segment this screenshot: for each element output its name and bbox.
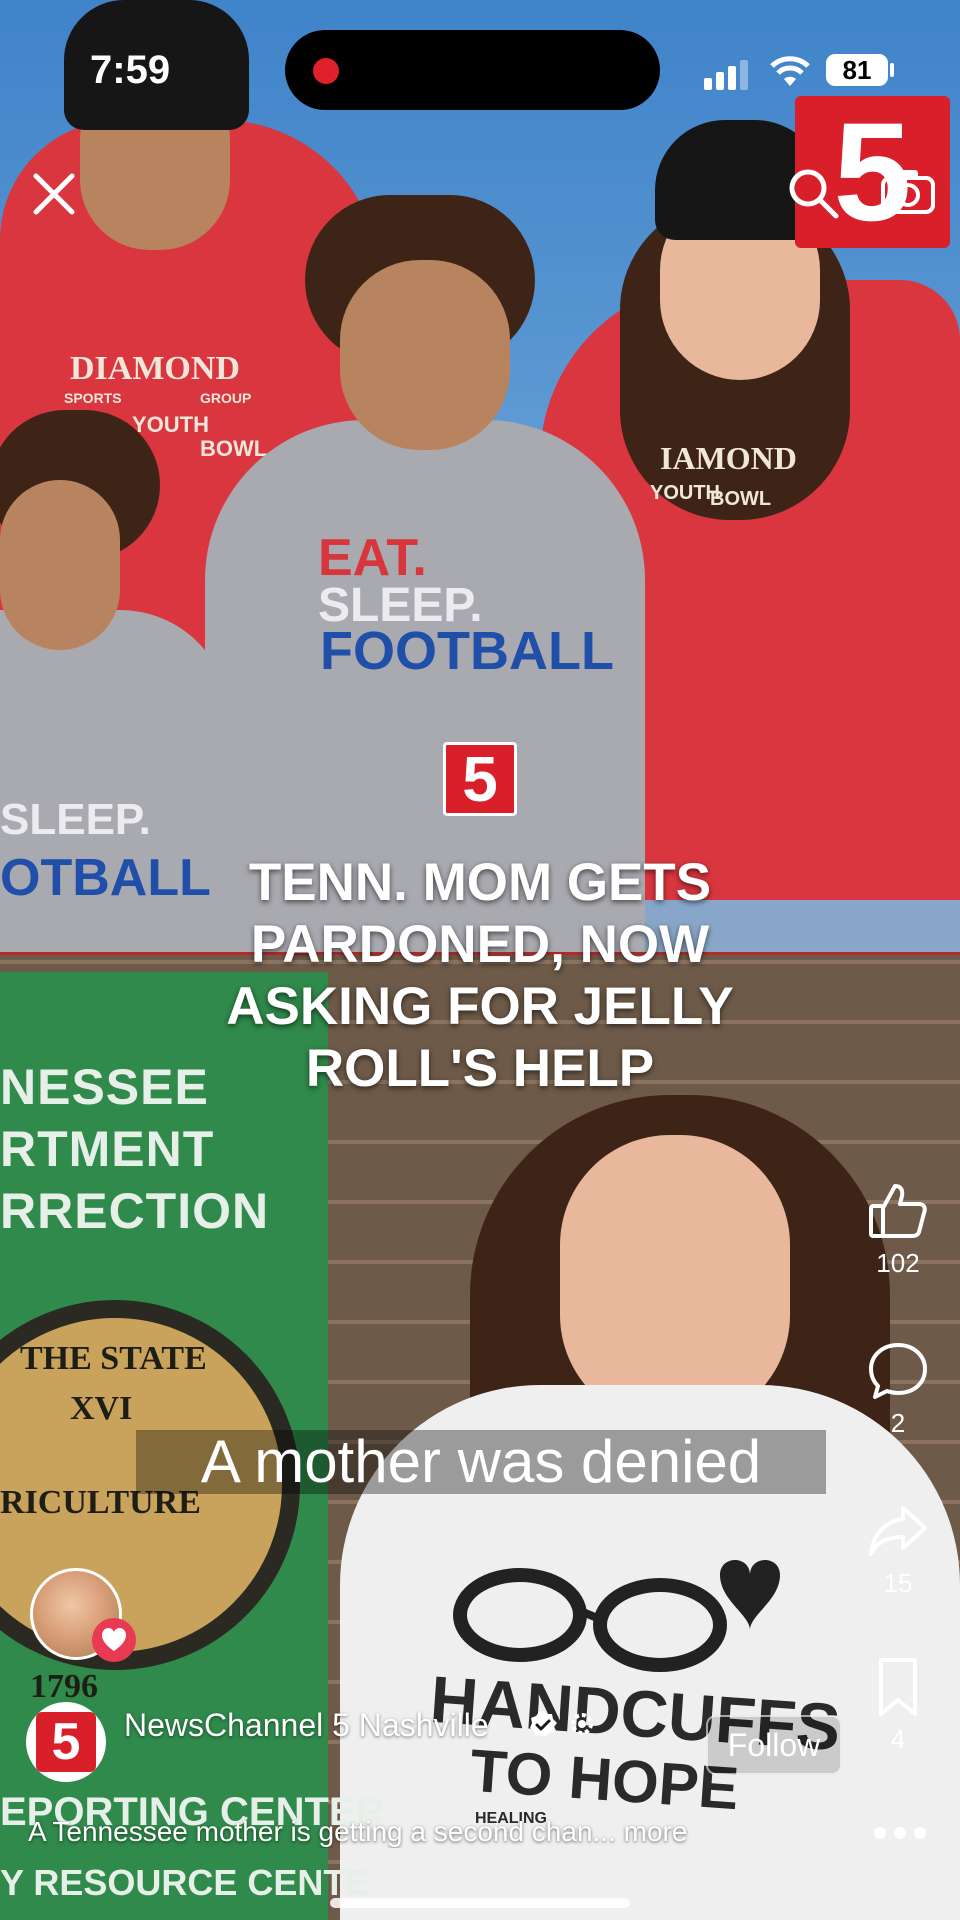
share-button[interactable]: 15	[860, 1500, 936, 1599]
hoodie-text-iamond: IAMOND	[660, 440, 797, 476]
save-button[interactable]: 4	[860, 1656, 936, 1755]
headline-line: PARDONED, NOW	[250, 915, 710, 974]
more-options-icon[interactable]	[872, 1818, 928, 1848]
like-button[interactable]: 102	[860, 1180, 936, 1279]
sign-text-3: RRECTION	[0, 1183, 270, 1239]
hoodie-text-football: FOOTBALL	[320, 621, 614, 681]
wifi-icon	[770, 56, 810, 86]
heart-icon	[102, 1628, 126, 1651]
channel-logo-mid-number: 5	[462, 743, 498, 815]
headline-line: ASKING FOR JELLY	[226, 977, 734, 1036]
thumbs-up-icon	[869, 1184, 927, 1238]
seal-text-1796: 1796	[30, 1668, 98, 1705]
channel-logo-mid: 5	[443, 742, 517, 816]
post-description[interactable]: A Tennessee mother is getting a second c…	[28, 1816, 828, 1848]
camera-icon[interactable]	[880, 166, 936, 216]
mother-face	[560, 1135, 790, 1425]
dynamic-island	[285, 30, 660, 110]
sign-bottom-text-2: Y RESOURCE CENTE	[0, 1862, 370, 1903]
close-icon[interactable]	[28, 168, 80, 220]
handcuffs-graphic	[453, 1560, 780, 1672]
heart-badge	[92, 1618, 136, 1662]
video-headline: TENN. MOM GETS PARDONED, NOW ASKING FOR …	[120, 852, 840, 1100]
hoodie-text-left-sleep: SLEEP.	[0, 795, 151, 844]
signal-icon	[704, 60, 748, 90]
hoodie-text-bowl: BOWL	[200, 436, 268, 461]
verified-badge-icon	[530, 1711, 557, 1737]
share-icon	[869, 1506, 927, 1556]
home-indicator[interactable]	[330, 1898, 630, 1908]
bookmark-icon	[879, 1658, 917, 1716]
battery-tip	[890, 63, 894, 77]
hoodie-text-diamond: DIAMOND	[70, 350, 240, 387]
comment-icon	[869, 1343, 927, 1399]
settings-gear-icon	[571, 1713, 593, 1735]
headline-line: ROLL'S HELP	[305, 1039, 655, 1098]
hoodie-text-group: GROUP	[200, 390, 252, 406]
author-avatar-logo: 5	[36, 1712, 96, 1772]
status-time: 7:59	[90, 48, 171, 92]
hoodie-text-sports: SPORTS	[64, 390, 122, 406]
follow-button[interactable]: Follow	[706, 1715, 842, 1775]
headline-line: TENN. MOM GETS	[248, 853, 712, 912]
video-caption: A mother was denied	[136, 1430, 826, 1494]
left-boy-face	[0, 480, 120, 650]
boy-face	[340, 260, 510, 450]
like-count: 102	[876, 1248, 920, 1278]
sign-text-2: RTMENT	[0, 1121, 215, 1177]
recording-dot-icon	[313, 58, 339, 84]
seal-text-state: THE STATE	[20, 1340, 207, 1377]
hoodie-text-woman-bowl: BOWL	[710, 488, 772, 510]
save-count: 4	[890, 1724, 906, 1754]
battery-indicator: 81	[826, 54, 888, 86]
author-name[interactable]: NewsChannel 5 Nashville	[124, 1707, 489, 1744]
comment-button[interactable]: 2	[860, 1340, 936, 1439]
author-avatar[interactable]: 5	[26, 1702, 106, 1782]
hoodie-text-youth: YOUTH	[132, 412, 209, 437]
search-icon[interactable]	[786, 166, 840, 220]
reel-screen: DIAMOND YOUTH BOWL SPORTS GROUP IAMOND Y…	[0, 0, 960, 1920]
comment-count: 2	[890, 1408, 906, 1438]
share-count: 15	[883, 1568, 913, 1598]
seal-text-xvi: XVI	[70, 1390, 133, 1427]
